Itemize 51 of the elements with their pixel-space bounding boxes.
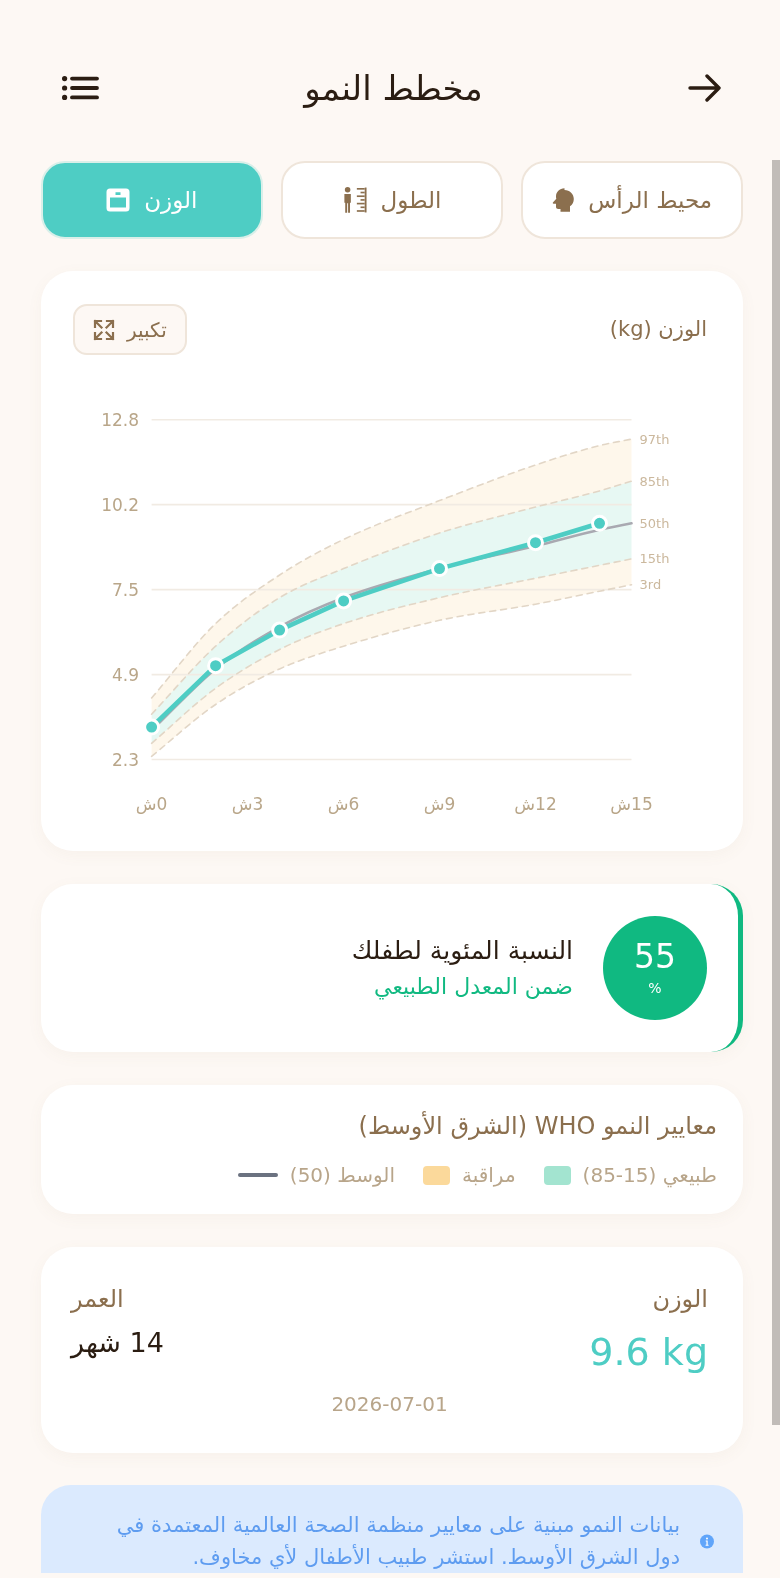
percentile-value: 55 bbox=[634, 938, 676, 976]
data-point bbox=[591, 514, 608, 532]
curve-label: 15th bbox=[639, 551, 670, 567]
y-axis-label: 10.2 bbox=[101, 494, 139, 515]
percentile-title: النسبة المئوية لطفلك bbox=[351, 935, 573, 968]
info-text: بيانات النمو مبنية على معايير منظمة الصحة العالمية المعتمدة في دول الشرق الأوسط. استشر طبيب الأطفال لأي مخاوف. bbox=[115, 1512, 681, 1571]
measurement-date: 2026-07-01 bbox=[331, 1391, 448, 1417]
scrollbar-thumb[interactable] bbox=[772, 160, 780, 1425]
legend-label: الوسط (50) bbox=[289, 1162, 395, 1189]
x-axis-label: 6ش bbox=[327, 794, 360, 814]
x-axis-label: 9ش bbox=[423, 794, 456, 814]
arrow-icon bbox=[688, 74, 721, 102]
percentile-status: ضمن المعدل الطبيعي bbox=[373, 973, 573, 1002]
legend-label: طبيعي (15-85) bbox=[582, 1162, 717, 1190]
y-axis-label: 7.5 bbox=[111, 579, 139, 600]
percent-sign: % bbox=[648, 980, 662, 998]
data-point bbox=[207, 657, 225, 675]
menu-button[interactable] bbox=[62, 76, 99, 100]
y-axis-label: 12.8 bbox=[101, 409, 139, 430]
data-point bbox=[431, 560, 448, 578]
x-axis-label: 15ش bbox=[610, 794, 653, 814]
age-value: 14 شهر bbox=[71, 1326, 164, 1361]
data-point bbox=[335, 592, 353, 610]
expand-icon bbox=[93, 318, 115, 341]
head-icon bbox=[552, 188, 575, 212]
x-axis-label: 0ش bbox=[135, 794, 168, 814]
menu-icon bbox=[62, 76, 99, 100]
tab[interactable]: محيط الرأس bbox=[521, 161, 743, 239]
data-point bbox=[527, 534, 544, 552]
back-button[interactable] bbox=[688, 74, 721, 102]
data-point bbox=[271, 621, 289, 639]
y-axis-label: 4.9 bbox=[111, 664, 139, 685]
scale-icon bbox=[106, 188, 131, 212]
page-title: مخطط النمو bbox=[304, 67, 483, 109]
weight-label: الوزن bbox=[651, 1284, 708, 1315]
x-axis-label: 12ش bbox=[514, 794, 557, 814]
curve-label: 97th bbox=[639, 431, 670, 447]
weight-value: 9.6 kg bbox=[589, 1329, 708, 1376]
legend-label: مراقبة bbox=[461, 1162, 516, 1189]
x-axis-label: 3ش bbox=[231, 794, 264, 814]
chart-title: الوزن (kg) bbox=[609, 315, 707, 343]
age-label: العمر bbox=[71, 1284, 124, 1315]
curve-label: 85th bbox=[639, 473, 670, 489]
legend-title: معايير النمو WHO (الشرق الأوسط) bbox=[357, 1110, 717, 1142]
data-point bbox=[143, 718, 161, 736]
y-axis-label: 2.3 bbox=[111, 749, 139, 770]
person-ruler-icon bbox=[342, 186, 367, 214]
expand-button[interactable]: تكبير bbox=[73, 304, 187, 355]
curve-label: 50th bbox=[639, 515, 670, 531]
curve-label: 3rd bbox=[639, 577, 662, 593]
tab[interactable]: الطول bbox=[281, 161, 503, 239]
